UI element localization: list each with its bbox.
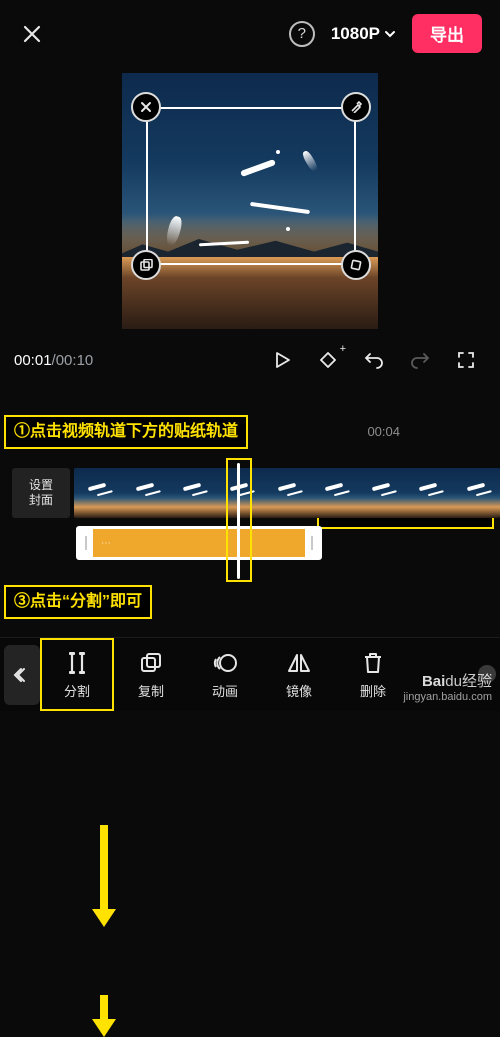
bottom-toolbar: 分割 复制 动画 镜像 删除 ⋯	[0, 637, 500, 711]
sticker-track[interactable]: ⋯	[76, 526, 500, 560]
video-thumb	[263, 468, 310, 518]
chevron-down-icon	[384, 28, 396, 40]
tool-label: 复制	[138, 681, 164, 700]
video-thumb	[74, 468, 121, 518]
set-cover-button[interactable]: 设置 封面	[12, 468, 70, 518]
annotation-highlight-playhead	[226, 458, 252, 582]
more-tools-button[interactable]: ⋯	[478, 665, 496, 683]
animation-icon	[212, 650, 238, 676]
split-icon	[64, 650, 90, 676]
tool-label: 删除	[360, 681, 386, 700]
delete-handle[interactable]	[131, 92, 161, 122]
undo-button[interactable]	[354, 345, 394, 375]
tool-delete[interactable]: 删除	[336, 638, 410, 711]
clip-left-handle[interactable]	[79, 529, 93, 557]
tool-label: 镜像	[286, 681, 312, 700]
tool-label: 动画	[212, 681, 238, 700]
video-thumb	[358, 468, 405, 518]
back-button[interactable]	[4, 645, 40, 705]
video-thumb	[169, 468, 216, 518]
video-thumbnails[interactable]	[74, 468, 500, 518]
tool-mirror[interactable]: 镜像	[262, 638, 336, 711]
edit-handle[interactable]	[341, 92, 371, 122]
ruler-tick: 00:04	[367, 424, 400, 439]
tool-copy[interactable]: 复制	[114, 638, 188, 711]
copy-handle[interactable]	[131, 250, 161, 280]
clip-right-handle[interactable]	[305, 529, 319, 557]
play-button[interactable]	[262, 345, 302, 375]
resolution-label: 1080P	[331, 24, 380, 44]
selection-frame[interactable]	[146, 107, 356, 265]
scale-rotate-handle[interactable]	[341, 250, 371, 280]
help-icon[interactable]: ?	[289, 21, 315, 47]
close-icon[interactable]	[18, 20, 46, 48]
keyframe-button[interactable]	[308, 345, 348, 375]
sticker-clip[interactable]: ⋯	[76, 526, 322, 560]
fullscreen-button[interactable]	[446, 345, 486, 375]
video-thumb	[311, 468, 358, 518]
video-thumb	[453, 468, 500, 518]
tool-split[interactable]: 分割	[40, 638, 114, 711]
resolution-button[interactable]: 1080P	[331, 24, 396, 44]
video-thumb	[121, 468, 168, 518]
annotation-step-3: ③点击“分割”即可	[4, 585, 152, 619]
trash-icon	[362, 650, 384, 676]
preview-canvas[interactable]	[122, 73, 378, 329]
clip-body[interactable]: ⋯	[93, 529, 305, 557]
mirror-icon	[286, 650, 312, 676]
redo-button[interactable]	[400, 345, 440, 375]
export-button[interactable]: 导出	[412, 14, 482, 53]
annotation-step-1: ①点击视频轨道下方的贴纸轨道	[4, 415, 248, 449]
timecode: 00:01/00:10	[14, 352, 93, 369]
tool-animation[interactable]: 动画	[188, 638, 262, 711]
copy-icon	[139, 650, 163, 676]
tool-label: 分割	[64, 681, 90, 700]
video-thumb	[405, 468, 452, 518]
